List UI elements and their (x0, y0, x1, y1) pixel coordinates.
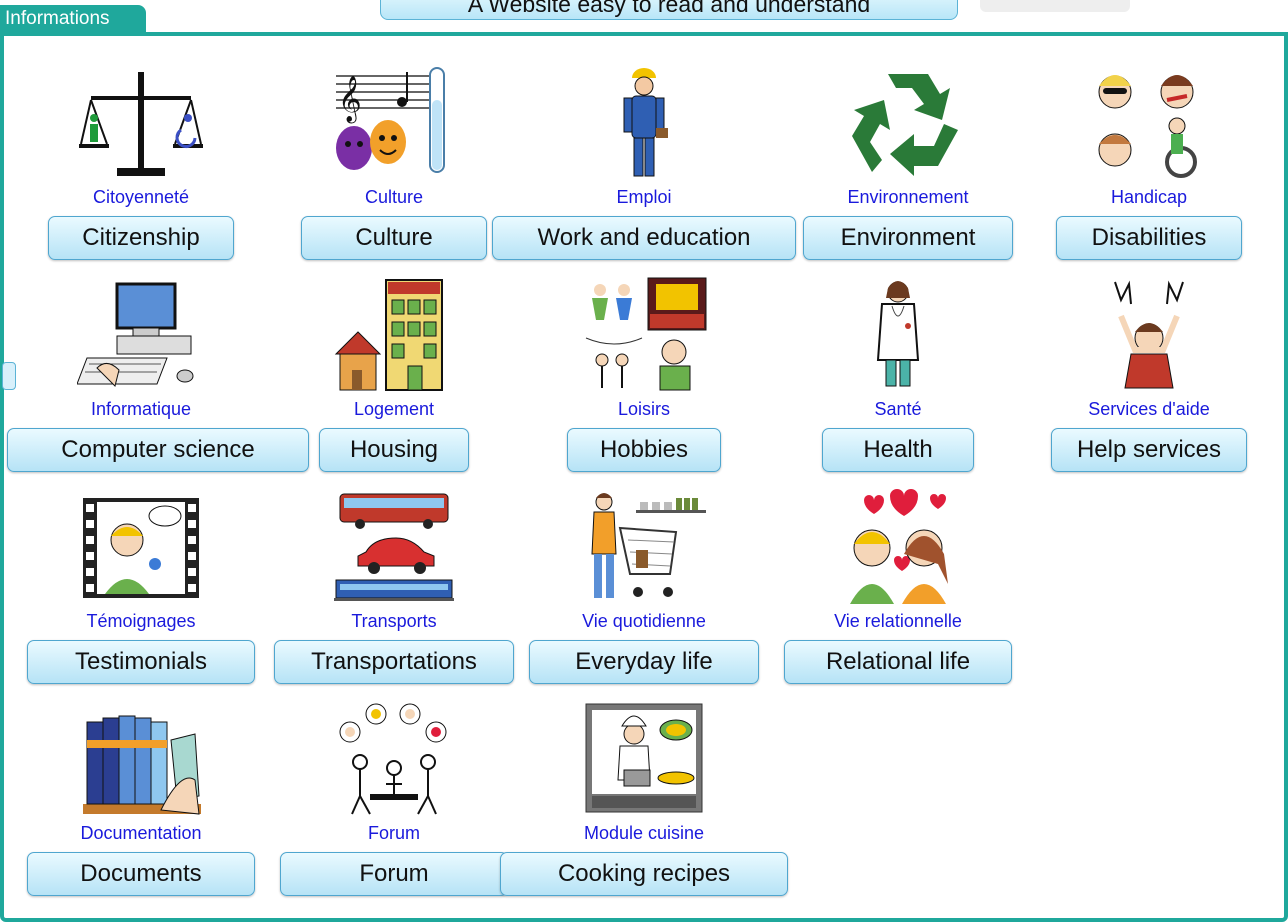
category-hobbies[interactable]: Loisirs Hobbies (567, 276, 721, 476)
cooking-recipes-button[interactable]: Cooking recipes (500, 852, 788, 896)
category-french-label: Loisirs (617, 399, 670, 419)
hobbies-icon (580, 276, 708, 396)
housing-button[interactable]: Housing (319, 428, 469, 472)
category-testimonials[interactable]: Témoignages Testimonials (27, 488, 255, 688)
couple-icon (834, 488, 962, 608)
recycle-icon (844, 64, 972, 184)
site-banner: A Website easy to read and understand (380, 0, 958, 20)
disabilities-button[interactable]: Disabilities (1056, 216, 1242, 260)
category-housing[interactable]: Logement Housing (319, 276, 469, 476)
category-french-label: Documentation (80, 823, 202, 843)
category-culture[interactable]: 𝄞 Culture Culture (301, 64, 487, 264)
category-french-label: Services d'aide (1088, 399, 1210, 419)
music-theater-icon: 𝄞 (330, 64, 458, 184)
shopping-cart-icon (580, 488, 708, 608)
top-right-tab (980, 0, 1130, 12)
category-documents[interactable]: Documentation Documents (27, 700, 255, 900)
category-french-label: Emploi (616, 187, 672, 207)
forum-icon (330, 700, 458, 820)
worker-icon (580, 64, 708, 184)
forum-button[interactable]: Forum (280, 852, 508, 896)
cooking-icon (580, 700, 708, 820)
category-everyday-life[interactable]: Vie quotidienne Everyday life (529, 488, 759, 688)
scales-icon (77, 64, 205, 184)
svg-text:𝄞: 𝄞 (338, 76, 362, 124)
housing-icon (330, 276, 458, 396)
doctor-icon (834, 276, 962, 396)
category-cooking[interactable]: Module cuisine Cooking recipes (500, 700, 788, 900)
categories-panel: Citoyenneté Citizenship 𝄞 Culture Cultur… (0, 32, 1288, 922)
category-french-label: Témoignages (86, 611, 196, 631)
transportations-button[interactable]: Transportations (274, 640, 514, 684)
category-environment[interactable]: Environnement Environment (803, 64, 1013, 264)
category-relational-life[interactable]: Vie relationnelle Relational life (784, 488, 1012, 688)
work-education-button[interactable]: Work and education (492, 216, 796, 260)
category-french-label: Informatique (90, 399, 192, 419)
health-button[interactable]: Health (822, 428, 974, 472)
culture-button[interactable]: Culture (301, 216, 487, 260)
help-services-button[interactable]: Help services (1051, 428, 1247, 472)
category-health[interactable]: Santé Health (822, 276, 974, 476)
category-disabilities[interactable]: Handicap Disabilities (1056, 64, 1242, 264)
category-citizenship[interactable]: Citoyenneté Citizenship (48, 64, 234, 264)
everyday-life-button[interactable]: Everyday life (529, 640, 759, 684)
category-french-label: Santé (874, 399, 922, 419)
category-french-label: Transports (351, 611, 437, 631)
category-french-label: Culture (364, 187, 424, 207)
books-icon (77, 700, 205, 820)
computer-science-button[interactable]: Computer science (7, 428, 309, 472)
tab-informations[interactable]: Informations (0, 5, 146, 32)
category-french-label: Module cuisine (583, 823, 705, 843)
category-computer-science[interactable]: Informatique Computer science (7, 276, 309, 476)
relational-life-button[interactable]: Relational life (784, 640, 1012, 684)
documents-button[interactable]: Documents (27, 852, 255, 896)
category-help-services[interactable]: Services d'aide Help services (1051, 276, 1247, 476)
computer-icon (76, 276, 205, 396)
hobbies-button[interactable]: Hobbies (567, 428, 721, 472)
disability-icon (1085, 64, 1213, 184)
category-work[interactable]: Emploi Work and education (492, 64, 796, 264)
testimonials-button[interactable]: Testimonials (27, 640, 255, 684)
category-french-label: Vie relationnelle (834, 611, 962, 631)
testimony-icon (77, 488, 205, 608)
category-french-label: Citoyenneté (92, 187, 190, 207)
help-icon (1085, 276, 1213, 396)
category-french-label: Forum (367, 823, 420, 843)
category-french-label: Handicap (1110, 187, 1188, 207)
category-french-label: Logement (353, 399, 435, 419)
side-handle[interactable] (2, 362, 16, 390)
environment-button[interactable]: Environment (803, 216, 1013, 260)
category-french-label: Vie quotidienne (582, 611, 706, 631)
category-transportations[interactable]: Transports Transportations (274, 488, 514, 688)
category-forum[interactable]: Forum Forum (280, 700, 508, 900)
citizenship-button[interactable]: Citizenship (48, 216, 234, 260)
category-french-label: Environnement (847, 187, 969, 207)
transport-icon (330, 488, 458, 608)
